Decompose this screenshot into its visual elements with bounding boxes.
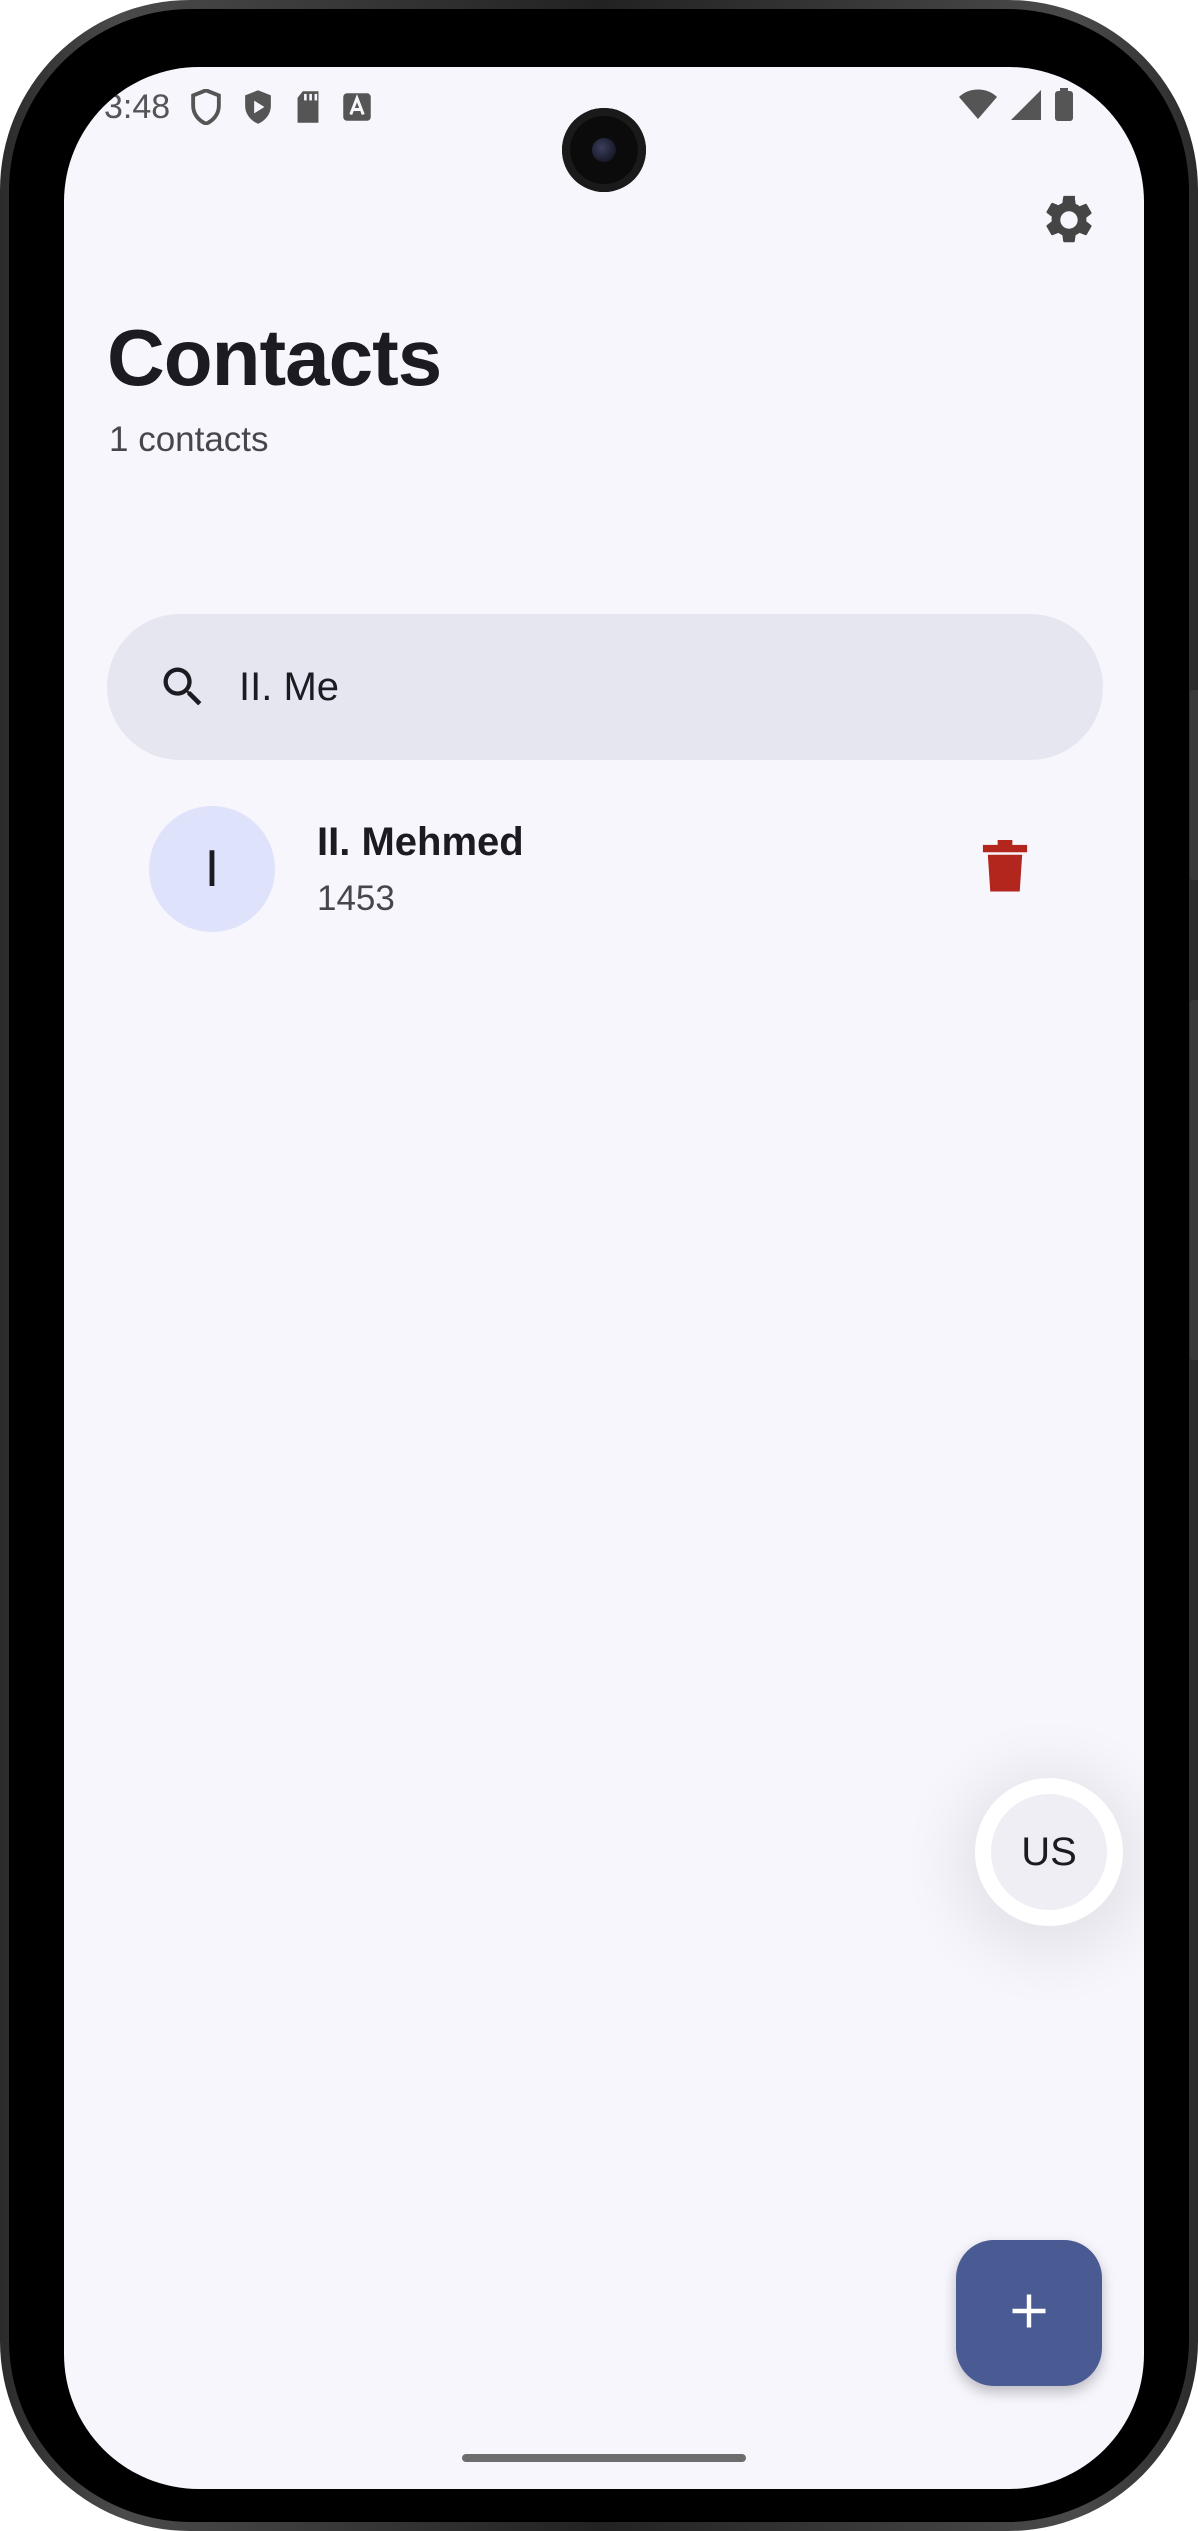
add-contact-button[interactable] bbox=[956, 2240, 1102, 2386]
power-button bbox=[1190, 690, 1198, 880]
list-item[interactable]: I II. Mehmed 1453 bbox=[107, 794, 1103, 944]
language-bubble[interactable]: US bbox=[975, 1778, 1123, 1926]
plus-icon bbox=[1007, 2289, 1051, 2338]
search-input[interactable] bbox=[237, 663, 1001, 711]
wifi-icon bbox=[958, 89, 998, 126]
contact-number: 1453 bbox=[317, 878, 395, 918]
phone-frame: 3:48 Contacts 1 contacts II. Me I II. Me… bbox=[0, 0, 1198, 2531]
screen: 3:48 Contacts 1 contacts II. Me I II. Me… bbox=[64, 67, 1144, 2489]
page-title: Contacts bbox=[107, 313, 442, 402]
delete-button[interactable] bbox=[975, 839, 1035, 899]
contact-info: II. Mehmed 1453 bbox=[317, 820, 524, 919]
contact-name: II. Mehmed bbox=[317, 819, 524, 864]
volume-button bbox=[1190, 1000, 1198, 1360]
gear-icon bbox=[1040, 191, 1098, 254]
front-camera bbox=[562, 108, 646, 192]
status-time: 3:48 bbox=[104, 87, 171, 126]
font-a-icon bbox=[342, 92, 372, 122]
status-bar-right bbox=[958, 77, 1074, 137]
home-indicator[interactable] bbox=[462, 2454, 746, 2462]
contacts-count: 1 contacts bbox=[109, 420, 269, 459]
language-label: US bbox=[991, 1794, 1107, 1910]
battery-icon bbox=[1054, 87, 1074, 127]
signal-icon bbox=[1010, 89, 1042, 126]
search-icon bbox=[155, 659, 211, 715]
search-bar[interactable] bbox=[107, 614, 1103, 760]
shield-icon bbox=[190, 89, 222, 125]
settings-button[interactable] bbox=[1034, 187, 1104, 257]
sd-card-icon bbox=[294, 90, 322, 124]
trash-icon bbox=[982, 839, 1028, 899]
play-protect-icon bbox=[242, 89, 274, 125]
avatar: I bbox=[149, 806, 275, 932]
status-bar-left: 3:48 bbox=[104, 77, 372, 137]
phone-bezel: 3:48 Contacts 1 contacts II. Me I II. Me… bbox=[9, 9, 1189, 2522]
